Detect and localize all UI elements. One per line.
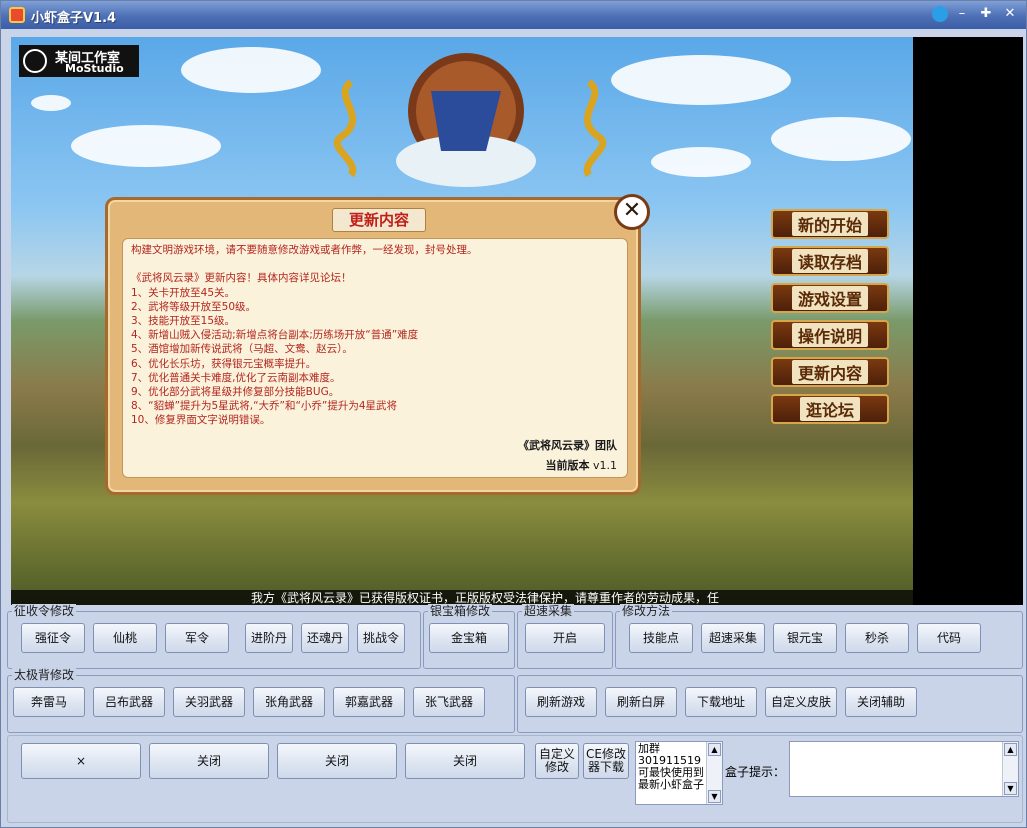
- dialog-version: 当前版本 v1.1: [545, 459, 617, 472]
- window-title: 小虾盒子V1.4: [31, 11, 117, 26]
- game-main-menu: 新的开始 读取存档 游戏设置 操作说明 更新内容 逛论坛: [771, 209, 891, 431]
- dialog-line: 3、技能开放至15级。: [131, 315, 236, 328]
- dialog-line: 1、关卡开放至45关。: [131, 286, 236, 299]
- menu-settings[interactable]: 游戏设置: [771, 283, 889, 313]
- studio-face-icon: [23, 49, 47, 73]
- btn-custom-skin[interactable]: 自定义皮肤: [765, 687, 837, 717]
- btn-close-3[interactable]: 关闭: [405, 743, 525, 779]
- dragon-right-icon: [583, 79, 607, 177]
- dialog-line: 9、优化部分武将星级并修复部分技能BUG。: [131, 386, 340, 399]
- btn-guanyu-weapon[interactable]: 关羽武器: [173, 687, 245, 717]
- btn-jinjiedan[interactable]: 进阶丹: [245, 623, 293, 653]
- group-label: 征收令修改: [12, 604, 77, 618]
- game-logo-emblem: [396, 53, 536, 187]
- menu-updates[interactable]: 更新内容: [771, 357, 889, 387]
- btn-zhangjiao-weapon[interactable]: 张角武器: [253, 687, 325, 717]
- group-label: 银宝箱修改: [428, 604, 493, 618]
- game-side-blank: [913, 37, 1023, 605]
- dialog-line: 《武将风云录》更新内容！具体内容详见论坛！: [131, 272, 352, 285]
- dragon-left-icon: [333, 79, 357, 177]
- btn-ce-download[interactable]: CE修改器下载: [583, 743, 629, 779]
- dialog-line: 2、武将等级开放至50级。: [131, 300, 257, 313]
- menu-forum[interactable]: 逛论坛: [771, 394, 889, 424]
- btn-guojia-weapon[interactable]: 郭嘉武器: [333, 687, 405, 717]
- hint-textarea[interactable]: ▲ ▼: [789, 741, 1019, 797]
- scroll-down-icon[interactable]: ▼: [1004, 782, 1017, 795]
- dialog-line: 6、优化长乐坊，获得银元宝概率提升。: [131, 357, 317, 370]
- dialog-line: 5、酒馆增加新传说武将（马超、文鸯、赵云）。: [131, 343, 353, 356]
- dialog-line: 8、“貂蝉”提升为5星武将,“大乔”和“小乔”提升为4星武将: [131, 400, 398, 413]
- btn-close-helper[interactable]: 关闭辅助: [845, 687, 917, 717]
- hint-label: 盒子提示：: [725, 765, 786, 779]
- dialog-line: 4、新增山贼入侵活动;新增点将台副本;历练场开放“普通”难度: [131, 329, 419, 342]
- btn-close-2[interactable]: 关闭: [277, 743, 397, 779]
- btn-daima[interactable]: 代码: [917, 623, 981, 653]
- group-label: 超速采集: [522, 604, 575, 618]
- app-window: 小虾盒子V1.4 – ✚ ✕ 某间工作室 MoStudio 新的开始 读取存档 …: [0, 0, 1027, 828]
- notice-text: 加群301911519可最快使用到最新小虾盒子: [638, 742, 704, 791]
- btn-miaosha[interactable]: 秒杀: [845, 623, 909, 653]
- scroll-down-icon[interactable]: ▼: [708, 790, 721, 803]
- dialog-body: 构建文明游戏环境，请不要随意修改游戏或者作弊，一经发现，封号处理。 《武将风云录…: [122, 238, 628, 478]
- dialog-close-icon[interactable]: ✕: [614, 194, 650, 230]
- btn-qiangzheng[interactable]: 强征令: [21, 623, 85, 653]
- hint-scrollbar[interactable]: ▲ ▼: [1002, 742, 1018, 796]
- dialog-title: 更新内容: [332, 208, 426, 232]
- notice-scrollbar[interactable]: ▲ ▼: [706, 742, 722, 804]
- btn-junling[interactable]: 军令: [165, 623, 229, 653]
- btn-chaosucaiji[interactable]: 超速采集: [701, 623, 765, 653]
- btn-jinengdian[interactable]: 技能点: [629, 623, 693, 653]
- btn-download-address[interactable]: 下载地址: [685, 687, 757, 717]
- app-icon: [9, 7, 25, 23]
- studio-logo: 某间工作室 MoStudio: [19, 45, 139, 77]
- btn-x[interactable]: ×: [21, 743, 141, 779]
- studio-name-en: MoStudio: [65, 62, 124, 75]
- btn-jinbaoxiang[interactable]: 金宝箱: [429, 623, 509, 653]
- btn-refresh-white[interactable]: 刷新白屏: [605, 687, 677, 717]
- group-label: 太极背修改: [12, 668, 77, 682]
- dialog-team: 《武将风云录》团队: [518, 439, 617, 452]
- skin-icon[interactable]: [932, 6, 948, 22]
- btn-tiaozhanling[interactable]: 挑战令: [357, 623, 405, 653]
- btn-refresh-game[interactable]: 刷新游戏: [525, 687, 597, 717]
- dialog-line: [131, 257, 619, 271]
- menu-load-save[interactable]: 读取存档: [771, 246, 889, 276]
- dialog-line: 7、优化普通关卡难度,优化了云南副本难度。: [131, 371, 341, 384]
- btn-yinyuanbao[interactable]: 银元宝: [773, 623, 837, 653]
- btn-zhangfei-weapon[interactable]: 张飞武器: [413, 687, 485, 717]
- btn-custom-modify[interactable]: 自定义修改: [535, 743, 579, 779]
- close-icon[interactable]: ✕: [1000, 4, 1020, 24]
- btn-kaiqi[interactable]: 开启: [525, 623, 605, 653]
- title-bar: 小虾盒子V1.4 – ✚ ✕: [1, 1, 1026, 29]
- btn-huanhundan[interactable]: 还魂丹: [301, 623, 349, 653]
- menu-new-game[interactable]: 新的开始: [771, 209, 889, 239]
- dialog-line: 10、修复界面文字说明错误。: [131, 414, 271, 427]
- btn-lvbu-weapon[interactable]: 吕布武器: [93, 687, 165, 717]
- scroll-up-icon[interactable]: ▲: [1004, 743, 1017, 756]
- maximize-icon[interactable]: ✚: [976, 4, 996, 24]
- minimize-icon[interactable]: –: [952, 4, 972, 24]
- dialog-line: 构建文明游戏环境，请不要随意修改游戏或者作弊，一经发现，封号处理。: [131, 244, 478, 256]
- copyright-ticker: 我方《武将风云录》已获得版权证书，正版版权受法律保护，请尊重作者的劳动成果，任: [11, 590, 913, 605]
- btn-xiantao[interactable]: 仙桃: [93, 623, 157, 653]
- game-canvas[interactable]: 某间工作室 MoStudio 新的开始 读取存档 游戏设置 操作说明 更新内容 …: [11, 37, 913, 605]
- scroll-up-icon[interactable]: ▲: [708, 743, 721, 756]
- btn-benleima[interactable]: 奔雷马: [13, 687, 85, 717]
- menu-instructions[interactable]: 操作说明: [771, 320, 889, 350]
- update-dialog: 更新内容 ✕ 构建文明游戏环境，请不要随意修改游戏或者作弊，一经发现，封号处理。…: [105, 194, 650, 495]
- btn-close-1[interactable]: 关闭: [149, 743, 269, 779]
- notice-textarea[interactable]: 加群301911519可最快使用到最新小虾盒子 ▲ ▼: [635, 741, 723, 805]
- group-label: 修改方法: [620, 604, 673, 618]
